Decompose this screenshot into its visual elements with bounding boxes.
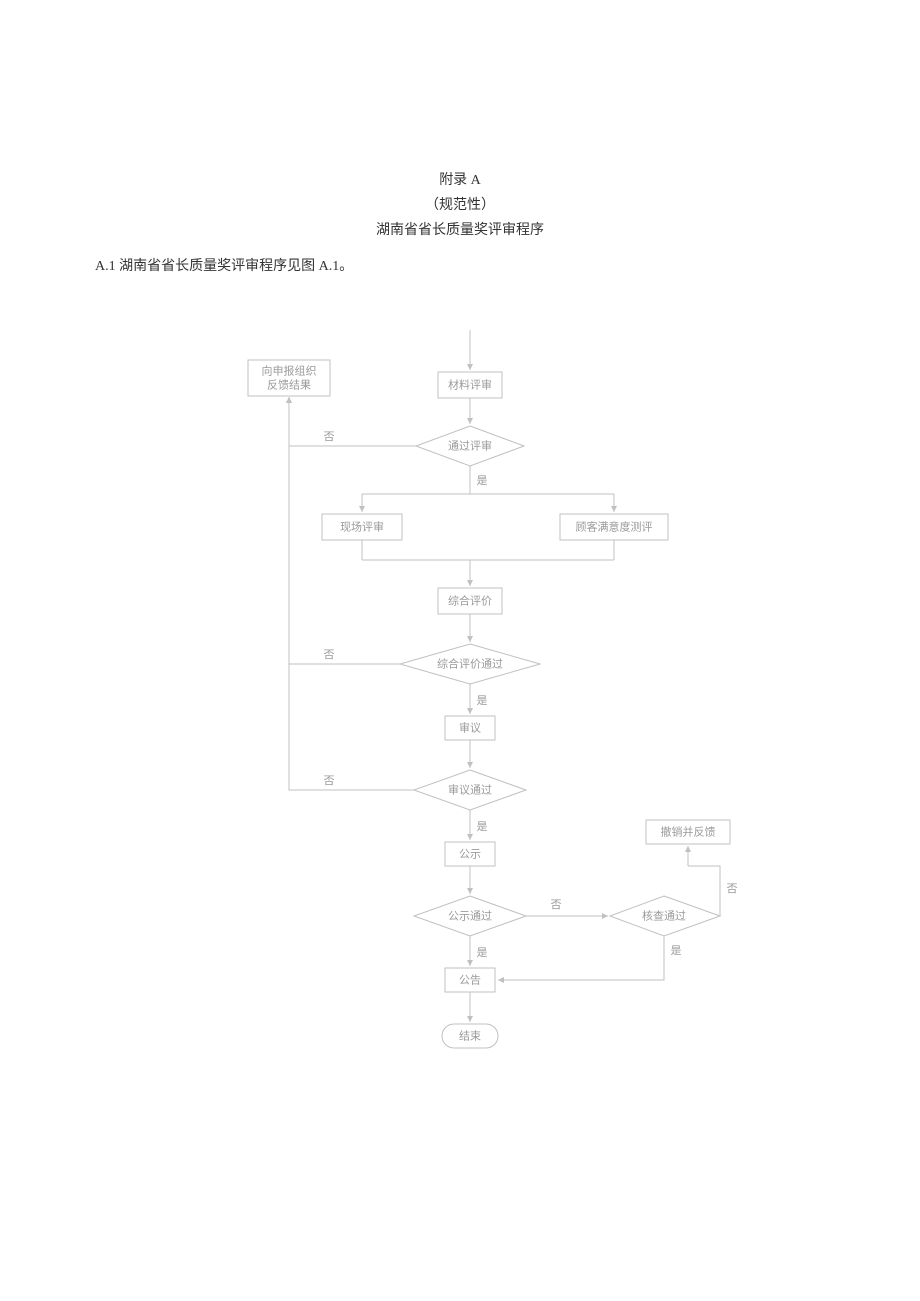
label-verify-no: 否 [727, 883, 738, 895]
edge-delib-no [289, 397, 414, 790]
label-comprehensive-eval: 综合评价 [448, 594, 492, 608]
label-publicity: 公示 [459, 849, 481, 861]
flowchart-svg: 材料评审 通过评审 否 向申报组织 反馈结果 是 现场评审 顾客满意度测评 综合… [0, 0, 920, 1301]
label-revoke-feedback: 撤销并反馈 [661, 825, 716, 839]
label-onsite-review: 现场评审 [340, 520, 384, 534]
label-deliberation-pass: 审议通过 [448, 783, 492, 797]
label-passreview-yes: 是 [477, 474, 488, 487]
label-publicity-pass: 公示通过 [448, 910, 492, 923]
label-comp-yes: 是 [477, 694, 488, 707]
label-customer-sat: 顾客满意度测评 [576, 520, 653, 534]
label-delib-yes: 是 [477, 820, 488, 833]
label-feedback-2: 反馈结果 [267, 379, 311, 392]
label-delib-no: 否 [324, 775, 335, 787]
label-feedback-1: 向申报组织 [262, 364, 317, 378]
label-pub-yes: 是 [477, 946, 488, 959]
label-pass-review: 通过评审 [448, 439, 492, 453]
label-announcement: 公告 [459, 974, 481, 987]
label-passreview-no: 否 [324, 431, 335, 443]
label-end: 结束 [459, 1030, 481, 1043]
label-verify-yes: 是 [671, 944, 682, 957]
edge-verify-no-1 [688, 866, 720, 916]
label-verify-pass: 核查通过 [642, 909, 686, 923]
edge-passreview-no [289, 397, 416, 446]
label-comp-no: 否 [324, 649, 335, 661]
label-pub-no: 否 [551, 899, 562, 911]
label-deliberation: 审议 [459, 721, 481, 735]
label-material-review: 材料评审 [448, 378, 492, 392]
edge-verify-yes [498, 936, 664, 980]
label-comprehensive-pass: 综合评价通过 [437, 657, 503, 671]
